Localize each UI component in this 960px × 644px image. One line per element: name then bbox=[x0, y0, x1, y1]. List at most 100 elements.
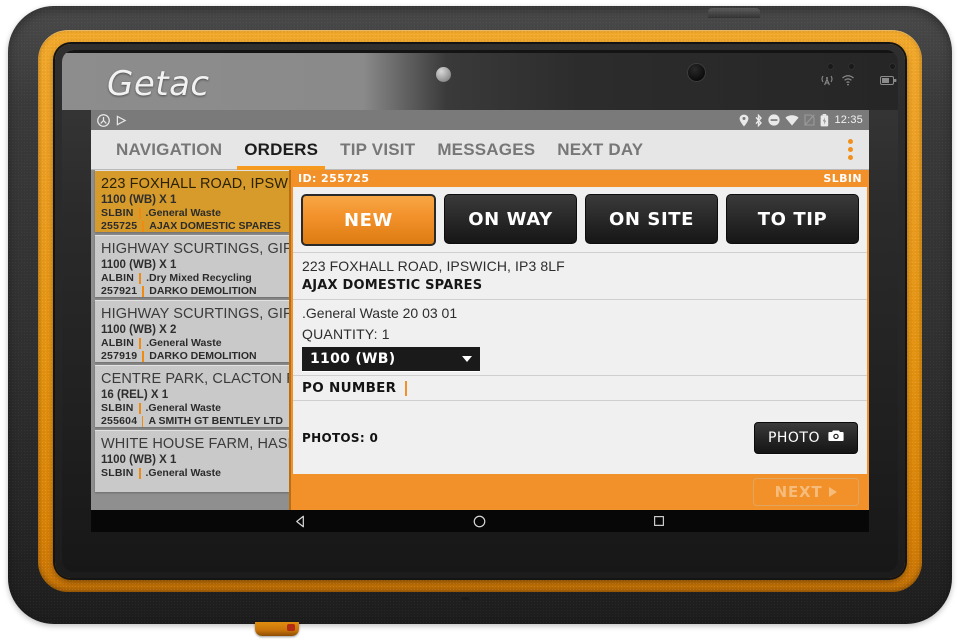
order-waste-type: .General Waste bbox=[145, 207, 221, 219]
order-waste-type: .General Waste bbox=[146, 337, 222, 349]
detail-bin-type: SLBIN bbox=[823, 172, 862, 185]
order-waste-type: .General Waste bbox=[145, 467, 221, 479]
chevron-right-icon bbox=[829, 487, 838, 497]
order-waste-type: .Dry Mixed Recycling bbox=[146, 272, 252, 284]
order-customer-row: 255604 A SMITH GT BENTLEY LTD bbox=[101, 415, 283, 427]
list-item[interactable]: WHITE HOUSE FARM, HASKE 1100 (WB) X 1 SL… bbox=[95, 430, 289, 492]
order-customer: AJAX DOMESTIC SPARES bbox=[149, 220, 281, 232]
po-number-field[interactable]: PO NUMBER bbox=[293, 375, 867, 400]
detail-customer: AJAX DOMESTIC SPARES bbox=[302, 278, 483, 293]
detail-waste-type: .General Waste 20 03 01 bbox=[302, 305, 458, 321]
battery-led bbox=[889, 63, 896, 70]
photos-count: PHOTOS: 0 bbox=[302, 430, 379, 445]
recents-icon[interactable] bbox=[639, 514, 679, 528]
camera-icon bbox=[828, 429, 844, 446]
order-service-row: SLBIN .General Waste bbox=[101, 402, 283, 415]
order-customer: DARKO DEMOLITION bbox=[149, 285, 257, 297]
divider bbox=[142, 221, 145, 232]
tab-navigation[interactable]: NAVIGATION bbox=[105, 130, 233, 170]
status-system-icons: 12:35 bbox=[739, 113, 863, 127]
tab-orders[interactable]: ORDERS bbox=[233, 130, 329, 170]
divider bbox=[142, 416, 144, 427]
status-clock: 12:35 bbox=[834, 114, 863, 126]
list-item[interactable]: HIGHWAY SCURTINGS, GIPPI 1100 (WB) X 1 A… bbox=[95, 235, 289, 297]
cellular-icon bbox=[820, 74, 834, 87]
order-bin-code: SLBIN bbox=[101, 207, 134, 219]
microphone-hole bbox=[462, 597, 469, 600]
divider bbox=[138, 208, 141, 219]
order-quantity: 1100 (WB) X 2 bbox=[101, 324, 177, 336]
order-service-row: ALBIN .General Waste bbox=[101, 337, 283, 350]
order-id: 255604 bbox=[101, 415, 138, 427]
photos-row: PHOTOS: 0 PHOTO bbox=[293, 400, 867, 474]
order-service-row: SLBIN .General Waste bbox=[101, 467, 283, 480]
wifi-icon bbox=[841, 74, 855, 87]
status-on-way-button[interactable]: ON WAY bbox=[444, 194, 577, 244]
order-customer-row: 257921 DARKO DEMOLITION bbox=[101, 285, 283, 297]
list-item[interactable]: HIGHWAY SCURTINGS, GIPPI 1100 (WB) X 2 A… bbox=[95, 300, 289, 362]
divider bbox=[138, 468, 141, 479]
divider bbox=[142, 351, 145, 362]
detail-quantity: QUANTITY: 1 bbox=[302, 326, 390, 342]
play-icon bbox=[116, 114, 127, 126]
photo-button[interactable]: PHOTO bbox=[753, 421, 858, 454]
sim-icon bbox=[804, 114, 816, 126]
order-customer: A SMITH GT BENTLEY LTD bbox=[148, 415, 283, 427]
wifi-icon bbox=[785, 114, 800, 126]
tab-messages[interactable]: MESSAGES bbox=[426, 130, 546, 170]
list-item[interactable]: 223 FOXHALL ROAD, IPSWIC 1100 (WB) X 1 S… bbox=[95, 170, 289, 232]
tab-next-day[interactable]: NEXT DAY bbox=[546, 130, 654, 170]
order-waste-type: .General Waste bbox=[145, 402, 221, 414]
order-detail-panel: ID: 255725 SLBIN NEW ON WAY ON SITE TO T… bbox=[289, 170, 869, 510]
ambient-light-sensor bbox=[436, 67, 451, 82]
order-address: WHITE HOUSE FARM, HASKE bbox=[101, 436, 289, 452]
do-not-disturb-icon bbox=[768, 114, 781, 126]
back-icon[interactable] bbox=[281, 514, 321, 529]
orders-screen: 223 FOXHALL ROAD, IPSWIC 1100 (WB) X 1 S… bbox=[91, 170, 869, 510]
order-address: 223 FOXHALL ROAD, IPSWIC bbox=[101, 176, 289, 192]
getac-logo: Getac bbox=[107, 64, 210, 104]
status-new-button[interactable]: NEW bbox=[301, 194, 436, 246]
order-list[interactable]: 223 FOXHALL ROAD, IPSWIC 1100 (WB) X 1 S… bbox=[91, 170, 289, 510]
android-nav-bar bbox=[91, 510, 869, 532]
text-cursor bbox=[405, 380, 408, 396]
photo-button-label: PHOTO bbox=[767, 429, 820, 446]
order-quantity: 1100 (WB) X 1 bbox=[101, 454, 177, 466]
next-button[interactable]: NEXT bbox=[753, 478, 859, 506]
order-id: 255725 bbox=[101, 220, 138, 232]
status-to-tip-button[interactable]: TO TIP bbox=[726, 194, 859, 244]
order-address: HIGHWAY SCURTINGS, GIPPI bbox=[101, 306, 289, 322]
customer-section: 223 FOXHALL ROAD, IPSWICH, IP3 8LF AJAX … bbox=[293, 252, 867, 299]
order-service-row: ALBIN .Dry Mixed Recycling bbox=[101, 272, 283, 285]
next-button-label: NEXT bbox=[774, 483, 823, 501]
battery-icon bbox=[880, 76, 897, 85]
order-quantity: 1100 (WB) X 1 bbox=[101, 194, 177, 206]
detail-body: NEW ON WAY ON SITE TO TIP 223 FOXHALL RO… bbox=[293, 187, 867, 474]
home-icon[interactable] bbox=[460, 514, 500, 529]
divider bbox=[139, 273, 142, 284]
order-id: 257919 bbox=[101, 350, 138, 362]
order-address: HIGHWAY SCURTINGS, GIPPI bbox=[101, 241, 289, 257]
overflow-menu-icon[interactable] bbox=[842, 133, 859, 166]
order-bin-code: SLBIN bbox=[101, 467, 134, 479]
front-camera bbox=[688, 64, 705, 81]
status-notifications bbox=[97, 113, 127, 127]
battery-icon bbox=[820, 113, 829, 127]
list-item[interactable]: CENTRE PARK, CLACTON RO 16 (REL) X 1 SLB… bbox=[95, 365, 289, 427]
divider bbox=[138, 403, 141, 414]
power-button[interactable] bbox=[708, 8, 760, 18]
detail-header: ID: 255725 SLBIN bbox=[291, 170, 869, 187]
order-customer-row: 255725 AJAX DOMESTIC SPARES bbox=[101, 220, 283, 232]
app-tab-bar: NAVIGATION ORDERS TIP VISIT MESSAGES NEX… bbox=[91, 130, 869, 170]
container-select[interactable]: 1100 (WB) bbox=[302, 347, 480, 371]
order-bin-code: ALBIN bbox=[101, 272, 135, 284]
wifi-led bbox=[848, 63, 855, 70]
status-on-site-button[interactable]: ON SITE bbox=[585, 194, 718, 244]
status-button-group: NEW ON WAY ON SITE TO TIP bbox=[293, 187, 867, 252]
order-quantity: 1100 (WB) X 1 bbox=[101, 259, 177, 271]
app-notification-icon bbox=[97, 113, 110, 127]
waste-section: .General Waste 20 03 01 QUANTITY: 1 1100… bbox=[293, 299, 867, 375]
po-number-label: PO NUMBER bbox=[302, 380, 397, 396]
tab-tip-visit[interactable]: TIP VISIT bbox=[329, 130, 426, 170]
display-bezel: Getac 12:35 NAVIGATION ORDERS TIP VISIT … bbox=[62, 50, 898, 572]
